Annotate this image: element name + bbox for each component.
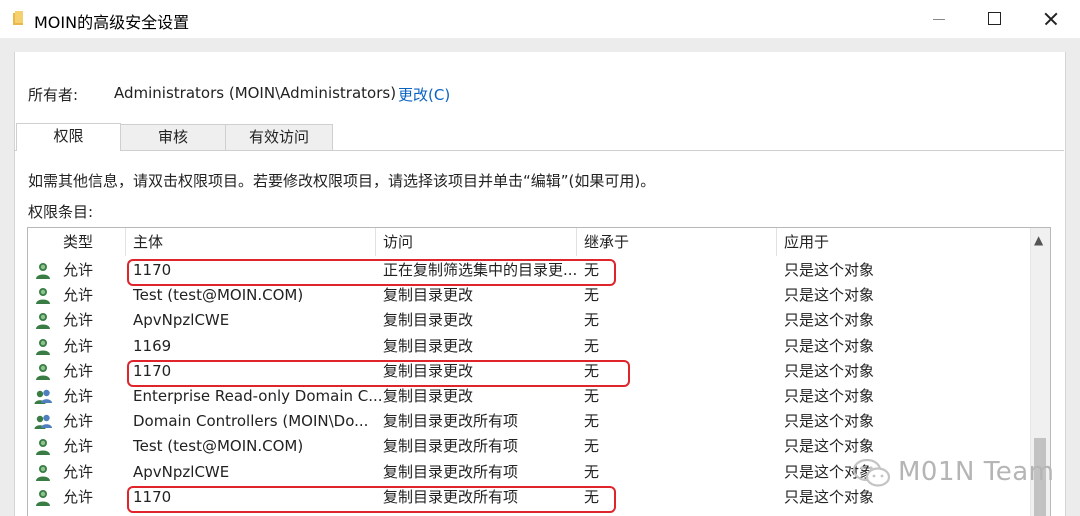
close-button[interactable] — [1024, 0, 1078, 38]
inherited-from-cell: 无 — [584, 311, 600, 330]
user-icon — [34, 363, 52, 381]
column-header-applies-to[interactable]: 应用于 — [784, 228, 829, 256]
type-cell: 允许 — [63, 462, 94, 481]
column-divider[interactable] — [776, 228, 777, 256]
column-header-inherited-from[interactable]: 继承于 — [584, 228, 629, 256]
inherited-from-cell: 无 — [584, 387, 600, 405]
table-row[interactable]: 允许 1169 复制目录更改 无 只是这个对象 — [28, 334, 1028, 359]
column-divider[interactable] — [125, 228, 126, 256]
table-row[interactable]: 允许 Test (test@MOIN.COM) 复制目录更改所有项 无 只是这个对象 — [28, 434, 1028, 459]
inherited-from-cell: 无 — [584, 437, 600, 456]
access-cell: 复制目录更改所有项 — [383, 437, 519, 456]
principal-cell: 1169 — [133, 336, 172, 355]
access-cell: 复制目录更改 — [383, 311, 474, 330]
applies-to-cell: 只是这个对象 — [784, 286, 875, 305]
access-cell: 复制目录更改 — [383, 286, 474, 305]
column-divider[interactable] — [576, 228, 577, 256]
type-cell: 允许 — [63, 261, 94, 279]
user-icon — [34, 489, 52, 507]
applies-to-cell: 只是这个对象 — [784, 261, 875, 279]
user-icon — [34, 287, 52, 305]
highlight-box — [127, 359, 630, 387]
inherited-from-cell: 无 — [584, 286, 600, 305]
applies-to-cell: 只是这个对象 — [784, 336, 875, 355]
applies-to-cell: 只是这个对象 — [784, 412, 875, 431]
wechat-icon — [852, 458, 891, 487]
user-icon — [34, 338, 52, 356]
column-divider[interactable] — [375, 228, 376, 256]
principal-cell: Test (test@MOIN.COM) — [133, 437, 304, 456]
highlight-box — [127, 259, 616, 286]
applies-to-cell: 只是这个对象 — [784, 361, 875, 380]
column-header-principal[interactable]: 主体 — [133, 228, 163, 256]
owner-label: 所有者: — [28, 86, 79, 104]
owner-value: Administrators (MOIN\Administrators) — [114, 84, 397, 102]
inherited-from-cell: 无 — [584, 336, 600, 355]
principal-cell: ApvNpzlCWE — [133, 311, 230, 330]
principal-cell: Enterprise Read-only Domain C... — [133, 387, 383, 405]
title-bar: MOIN的高级安全设置 — [0, 0, 1080, 38]
user-icon — [34, 262, 52, 280]
principal-cell: ApvNpzlCWE — [133, 462, 230, 481]
tab-permissions[interactable]: 权限 — [16, 123, 121, 151]
applies-to-cell: 只是这个对象 — [784, 487, 875, 506]
tab-auditing[interactable]: 审核 — [120, 124, 226, 150]
table-row[interactable]: 允许 Domain Controllers (MOIN\Do... 复制目录更改所有… — [28, 409, 1028, 434]
type-cell: 允许 — [63, 487, 94, 506]
inherited-from-cell: 无 — [584, 462, 600, 481]
type-cell: 允许 — [63, 286, 94, 305]
applies-to-cell: 只是这个对象 — [784, 387, 875, 405]
inherited-from-cell: 无 — [584, 412, 600, 431]
type-cell: 允许 — [63, 311, 94, 330]
user-icon — [34, 464, 52, 482]
type-cell: 允许 — [63, 387, 94, 405]
scroll-up-arrow-icon[interactable]: ▲ — [1034, 234, 1043, 246]
access-cell: 复制目录更改所有项 — [383, 462, 519, 481]
table-row[interactable]: 允许 Enterprise Read-only Domain C... 复制目录更改… — [28, 384, 1028, 409]
principal-cell: Test (test@MOIN.COM) — [133, 286, 304, 305]
group-icon — [34, 413, 52, 431]
minimize-button[interactable] — [912, 0, 966, 38]
access-cell: 复制目录更改 — [383, 336, 474, 355]
table-row[interactable]: 允许 ApvNpzlCWE 复制目录更改 无 只是这个对象 — [28, 308, 1028, 333]
tab-effective-access[interactable]: 有效访问 — [225, 124, 333, 150]
group-icon — [34, 388, 52, 406]
access-cell: 复制目录更改 — [383, 387, 474, 405]
column-header-type[interactable]: 类型 — [63, 228, 93, 256]
maximize-button[interactable] — [968, 0, 1022, 38]
principal-cell: Domain Controllers (MOIN\Do... — [133, 412, 369, 431]
user-icon — [34, 438, 52, 456]
folder-icon — [13, 11, 23, 25]
type-cell: 允许 — [63, 437, 94, 456]
applies-to-cell: 只是这个对象 — [784, 437, 875, 456]
table-row[interactable]: 允许 Test (test@MOIN.COM) 复制目录更改 无 只是这个对象 — [28, 283, 1028, 308]
change-owner-link[interactable]: 更改(C) — [398, 84, 450, 105]
watermark-text: M01N Team — [898, 457, 1055, 487]
permission-entries-label: 权限条目: — [28, 203, 94, 221]
applies-to-cell: 只是这个对象 — [784, 311, 875, 330]
type-cell: 允许 — [63, 361, 94, 380]
user-icon — [34, 312, 52, 330]
access-cell: 复制目录更改所有项 — [383, 412, 519, 431]
highlight-box — [127, 485, 616, 513]
info-text: 如需其他信息，请双击权限项目。若要修改权限项目，请选择该项目并单击“编辑”(如果… — [28, 172, 656, 190]
window-title: MOIN的高级安全设置 — [34, 13, 190, 32]
type-cell: 允许 — [63, 336, 94, 355]
column-header-access[interactable]: 访问 — [383, 228, 413, 256]
type-cell: 允许 — [63, 412, 94, 431]
